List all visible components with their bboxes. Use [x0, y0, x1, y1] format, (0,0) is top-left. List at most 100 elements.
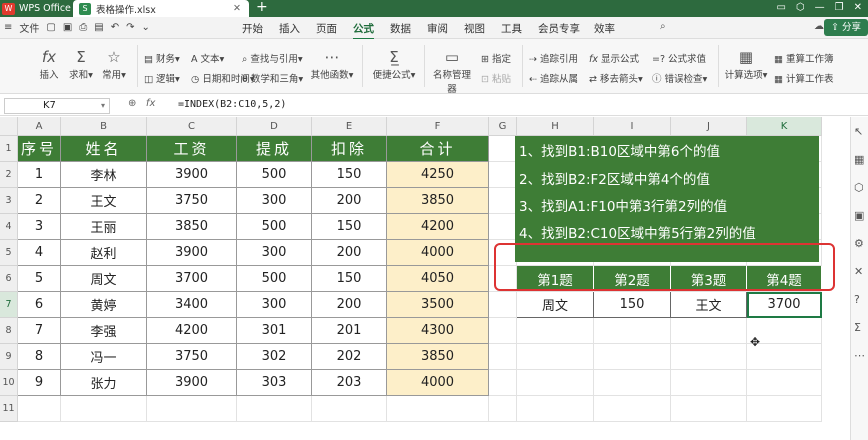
table-cell[interactable]: 王丽	[61, 214, 147, 240]
column-header-f[interactable]: F	[387, 117, 489, 136]
specify-button[interactable]: ⊞ 指定	[481, 51, 511, 65]
table-cell[interactable]: 3750	[147, 188, 237, 214]
table-cell[interactable]: 3500	[387, 292, 489, 318]
new-tab-button[interactable]: +	[256, 0, 268, 15]
table-cell[interactable]: 150	[312, 162, 387, 188]
evaluate-formula-button[interactable]: =? 公式求值	[652, 51, 706, 65]
layout-icon[interactable]: ▭	[776, 2, 785, 13]
grid-cell[interactable]	[489, 396, 517, 422]
table-cell[interactable]: 4050	[387, 266, 489, 292]
row-header-8[interactable]: 8	[0, 318, 18, 344]
save-icon[interactable]: ▣	[63, 22, 72, 33]
maximize-icon[interactable]: ❐	[835, 2, 844, 13]
tab-data[interactable]: 数据	[390, 21, 411, 36]
shape-icon[interactable]: ⬡	[854, 181, 864, 194]
row-header-9[interactable]: 9	[0, 344, 18, 370]
row-header-1[interactable]: 1	[0, 136, 18, 162]
table-cell[interactable]: 150	[312, 214, 387, 240]
tab-page[interactable]: 页面	[316, 21, 337, 36]
table-cell[interactable]: 5	[18, 266, 61, 292]
grid-cell[interactable]	[517, 344, 594, 370]
text-button[interactable]: A 文本▾	[191, 51, 224, 65]
table-cell[interactable]: 200	[312, 240, 387, 266]
tools-icon[interactable]: ✕	[854, 265, 863, 278]
grid-cell[interactable]	[61, 396, 147, 422]
math-button[interactable]: θ 数学和三角▾	[242, 71, 303, 85]
table-header-cell[interactable]: 姓名	[61, 136, 147, 162]
table-cell[interactable]: 8	[18, 344, 61, 370]
print-icon[interactable]: ⎙	[79, 22, 87, 33]
table-cell[interactable]: 200	[312, 188, 387, 214]
table-cell[interactable]: 150	[312, 266, 387, 292]
tab-home[interactable]: 开始	[242, 21, 263, 36]
grid-cell[interactable]	[594, 344, 671, 370]
table-cell[interactable]: 203	[312, 370, 387, 396]
show-formulas-button[interactable]: fx 显示公式	[589, 51, 639, 65]
table-cell[interactable]: 3900	[147, 370, 237, 396]
table-header-cell[interactable]: 合计	[387, 136, 489, 162]
table-cell[interactable]: 3750	[147, 344, 237, 370]
grid-cell[interactable]	[147, 396, 237, 422]
insert-function-button[interactable]: fx 插入	[38, 47, 60, 81]
tab-efficiency[interactable]: 效率	[594, 21, 615, 36]
error-check-button[interactable]: ⓘ 错误检查▾	[652, 71, 707, 85]
close-window-icon[interactable]: ✕	[854, 2, 862, 13]
table-cell[interactable]: 3	[18, 214, 61, 240]
tab-member[interactable]: 会员专享	[538, 21, 580, 36]
row-header-11[interactable]: 11	[0, 396, 18, 422]
table-cell[interactable]: 3850	[147, 214, 237, 240]
trace-dependents-button[interactable]: ⇠ 追踪从属	[529, 71, 578, 85]
table-cell[interactable]: 黄婷	[61, 292, 147, 318]
table-header-cell[interactable]: 提成	[237, 136, 312, 162]
grid-cell[interactable]	[517, 318, 594, 344]
table-cell[interactable]: 9	[18, 370, 61, 396]
table-cell[interactable]: 301	[237, 318, 312, 344]
table-cell[interactable]: 500	[237, 266, 312, 292]
row-header-10[interactable]: 10	[0, 370, 18, 396]
grid-cell[interactable]	[489, 370, 517, 396]
row-header-7[interactable]: 7	[0, 292, 18, 318]
table-cell[interactable]: 302	[237, 344, 312, 370]
row-header-3[interactable]: 3	[0, 188, 18, 214]
finance-button[interactable]: ▤ 财务▾	[144, 51, 180, 65]
grid-cell[interactable]	[489, 214, 517, 240]
name-manager-button[interactable]: ▭ 名称管理器	[429, 47, 475, 95]
table-cell[interactable]: 3850	[387, 344, 489, 370]
hamburger-icon[interactable]: ≡	[4, 22, 12, 33]
grid-cell[interactable]	[594, 370, 671, 396]
table-cell[interactable]: 500	[237, 162, 312, 188]
open-icon[interactable]: ▢	[46, 22, 55, 33]
table-cell[interactable]: 201	[312, 318, 387, 344]
answer-value-cell[interactable]: 150	[594, 292, 671, 318]
table-cell[interactable]: 4000	[387, 240, 489, 266]
minimize-icon[interactable]: —	[815, 2, 825, 13]
tab-tools[interactable]: 工具	[501, 21, 522, 36]
name-box[interactable]: K7 ▾	[4, 98, 110, 114]
tab-view[interactable]: 视图	[464, 21, 485, 36]
tab-review[interactable]: 审阅	[427, 21, 448, 36]
column-header-b[interactable]: B	[61, 117, 147, 136]
logic-button[interactable]: ◫ 逻辑▾	[144, 71, 180, 85]
table-header-cell[interactable]: 工资	[147, 136, 237, 162]
grid-cell[interactable]	[517, 396, 594, 422]
recalc-workbook-button[interactable]: ▦ 重算工作簿	[774, 51, 834, 65]
table-cell[interactable]: 300	[237, 240, 312, 266]
autosum-button[interactable]: Σ 求和▾	[66, 47, 96, 81]
formula-input[interactable]: =INDEX(B2:C10,5,2)	[178, 99, 286, 110]
grid-cell[interactable]	[594, 318, 671, 344]
table-cell[interactable]: 3900	[147, 240, 237, 266]
row-header-4[interactable]: 4	[0, 214, 18, 240]
answer-value-cell[interactable]: 3700	[747, 292, 822, 318]
grid-cell[interactable]	[747, 370, 822, 396]
table-header-cell[interactable]: 序号	[18, 136, 61, 162]
grid-cell[interactable]	[671, 344, 747, 370]
column-header-j[interactable]: J	[671, 117, 747, 136]
file-menu[interactable]: 文件	[19, 20, 39, 35]
grid-cell[interactable]	[312, 396, 387, 422]
share-button[interactable]: ⇪ 分享	[824, 19, 868, 36]
answer-value-cell[interactable]: 周文	[517, 292, 594, 318]
sigma-icon[interactable]: Σ	[854, 321, 861, 334]
column-header-g[interactable]: G	[489, 117, 517, 136]
table-cell[interactable]: 李强	[61, 318, 147, 344]
table-cell[interactable]: 4200	[387, 214, 489, 240]
